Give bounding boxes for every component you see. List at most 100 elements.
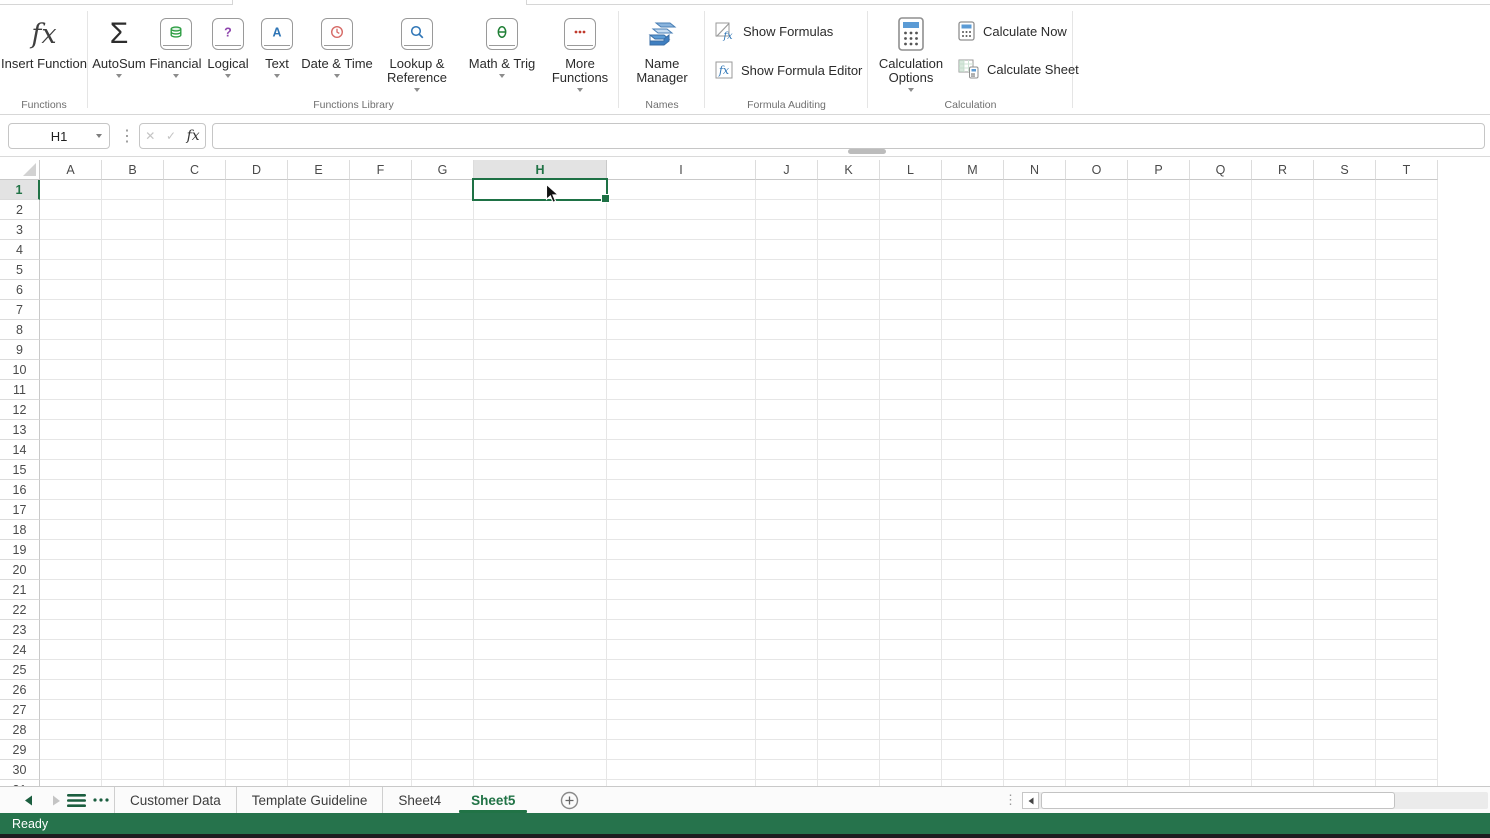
column-header-r[interactable]: R — [1252, 160, 1314, 180]
row-header-30[interactable]: 30 — [0, 760, 40, 780]
ribbon-button-calculate-now[interactable]: Calculate Now — [958, 21, 1067, 41]
formula-input[interactable] — [212, 123, 1485, 149]
ribbon-button-calculate-sheet[interactable]: Calculate Sheet — [958, 59, 1079, 79]
ribbon-button-calculation-options[interactable]: Calculation Options — [868, 5, 954, 92]
ribbon-button-autosum[interactable]: ΣAutoSum — [90, 5, 148, 92]
row-header-15[interactable]: 15 — [0, 460, 40, 480]
sheet-tab-sheet4[interactable]: Sheet4 — [382, 787, 456, 813]
column-header-l[interactable]: L — [880, 160, 942, 180]
row-header-17[interactable]: 17 — [0, 500, 40, 520]
insert-function-fx-button[interactable]: fx — [187, 128, 200, 144]
column-header-h[interactable]: H — [474, 160, 607, 180]
row-header-25[interactable]: 25 — [0, 660, 40, 680]
chevron-down-icon[interactable] — [173, 74, 179, 78]
chevron-down-icon[interactable] — [274, 74, 280, 78]
ribbon-button-label: Calculate Sheet — [987, 62, 1079, 77]
column-header-j[interactable]: J — [756, 160, 818, 180]
chevron-down-icon[interactable] — [116, 74, 122, 78]
row-header-10[interactable]: 10 — [0, 360, 40, 380]
row-header-9[interactable]: 9 — [0, 340, 40, 360]
horizontal-scroll-indicator[interactable] — [848, 149, 886, 154]
chevron-down-icon[interactable] — [908, 88, 914, 92]
sheet-tab-customer-data[interactable]: Customer Data — [114, 787, 236, 813]
column-header-s[interactable]: S — [1314, 160, 1376, 180]
column-header-o[interactable]: O — [1066, 160, 1128, 180]
column-header-b[interactable]: B — [102, 160, 164, 180]
ribbon-button-lookup-reference[interactable]: Lookup & Reference — [373, 5, 461, 92]
sheet-list-menu-icon[interactable] — [66, 787, 86, 813]
row-header-12[interactable]: 12 — [0, 400, 40, 420]
ribbon-group-formula-auditing: Formula AuditingfxShow FormulasfxShow Fo… — [705, 5, 868, 114]
row-header-5[interactable]: 5 — [0, 260, 40, 280]
chevron-down-icon[interactable] — [96, 134, 102, 138]
sheet-tab-template-guideline[interactable]: Template Guideline — [236, 787, 383, 813]
column-header-n[interactable]: N — [1004, 160, 1066, 180]
ribbon-button-show-formula-editor[interactable]: fxShow Formula Editor — [715, 61, 862, 79]
ribbon-button-more-functions[interactable]: More Functions — [543, 5, 617, 92]
row-header-19[interactable]: 19 — [0, 540, 40, 560]
select-all-corner[interactable] — [0, 160, 40, 180]
column-header-d[interactable]: D — [226, 160, 288, 180]
ribbon-button-date-time[interactable]: Date & Time — [301, 5, 373, 92]
row-header-18[interactable]: 18 — [0, 520, 40, 540]
scrollbar-drag-handle-icon[interactable]: ⋮ — [1004, 787, 1017, 813]
row-header-7[interactable]: 7 — [0, 300, 40, 320]
cancel-button[interactable]: ✕ — [145, 129, 155, 143]
fill-handle[interactable] — [601, 194, 610, 203]
scroll-tabs-right-icon[interactable] — [46, 787, 66, 813]
row-header-11[interactable]: 11 — [0, 380, 40, 400]
column-header-i[interactable]: I — [607, 160, 756, 180]
ribbon-button-name-manager[interactable]: Name Manager — [619, 5, 705, 85]
row-header-23[interactable]: 23 — [0, 620, 40, 640]
confirm-button[interactable]: ✓ — [166, 129, 176, 143]
column-header-k[interactable]: K — [818, 160, 880, 180]
column-header-e[interactable]: E — [288, 160, 350, 180]
scrollbar-left-button[interactable] — [1022, 792, 1039, 809]
row-header-20[interactable]: 20 — [0, 560, 40, 580]
row-header-1[interactable]: 1 — [0, 180, 40, 200]
row-header-27[interactable]: 27 — [0, 700, 40, 720]
column-header-p[interactable]: P — [1128, 160, 1190, 180]
row-header-29[interactable]: 29 — [0, 740, 40, 760]
horizontal-scrollbar-thumb[interactable] — [1041, 792, 1395, 809]
row-header-4[interactable]: 4 — [0, 240, 40, 260]
column-header-t[interactable]: T — [1376, 160, 1438, 180]
chevron-down-icon[interactable] — [414, 88, 420, 92]
ribbon-button-text[interactable]: AText — [253, 5, 301, 92]
row-header-26[interactable]: 26 — [0, 680, 40, 700]
sheet-tab-sheet5[interactable]: Sheet5 — [456, 787, 530, 813]
chevron-down-icon[interactable] — [225, 74, 231, 78]
column-header-q[interactable]: Q — [1190, 160, 1252, 180]
row-header-21[interactable]: 21 — [0, 580, 40, 600]
row-header-2[interactable]: 2 — [0, 200, 40, 220]
ribbon-button-financial[interactable]: Financial — [148, 5, 203, 92]
row-header-16[interactable]: 16 — [0, 480, 40, 500]
scroll-tabs-left-icon[interactable] — [18, 787, 38, 813]
chevron-down-icon[interactable] — [334, 74, 340, 78]
formula-bar-drag-handle-icon[interactable]: ⋮ — [119, 123, 135, 149]
row-header-13[interactable]: 13 — [0, 420, 40, 440]
chevron-down-icon[interactable] — [577, 88, 583, 92]
column-header-f[interactable]: F — [350, 160, 412, 180]
ribbon-button-math-trig[interactable]: Math & Trig — [461, 5, 543, 92]
column-header-c[interactable]: C — [164, 160, 226, 180]
chevron-down-icon[interactable] — [499, 74, 505, 78]
row-header-8[interactable]: 8 — [0, 320, 40, 340]
column-header-g[interactable]: G — [412, 160, 474, 180]
more-sheets-icon[interactable] — [91, 787, 111, 813]
row-header-3[interactable]: 3 — [0, 220, 40, 240]
row-header-14[interactable]: 14 — [0, 440, 40, 460]
spreadsheet-grid[interactable]: ABCDEFGHIJKLMNOPQRST12345678910111213141… — [0, 160, 1490, 786]
row-header-22[interactable]: 22 — [0, 600, 40, 620]
ribbon-button-insert-function[interactable]: fxInsert Function — [0, 5, 88, 71]
ribbon-button-show-formulas[interactable]: fxShow Formulas — [715, 21, 833, 41]
add-sheet-button[interactable] — [560, 791, 579, 810]
row-header-28[interactable]: 28 — [0, 720, 40, 740]
row-header-6[interactable]: 6 — [0, 280, 40, 300]
column-header-a[interactable]: A — [40, 160, 102, 180]
column-header-m[interactable]: M — [942, 160, 1004, 180]
row-header-24[interactable]: 24 — [0, 640, 40, 660]
name-box[interactable]: H1 — [8, 123, 110, 149]
sheet-tab-label: Customer Data — [130, 793, 221, 808]
ribbon-button-logical[interactable]: ?Logical — [203, 5, 253, 92]
